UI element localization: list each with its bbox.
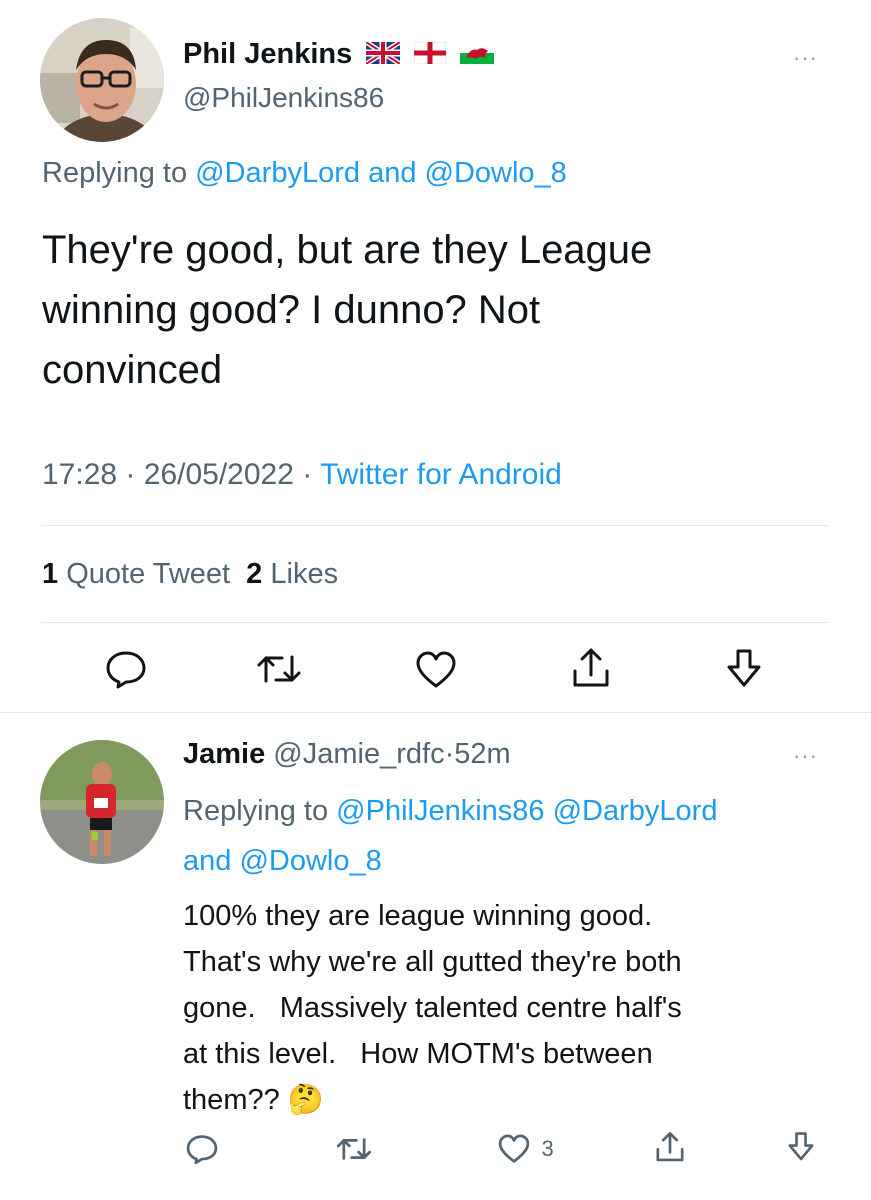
replying-to: Replying to @DarbyLord and @Dowlo_8 <box>42 157 567 190</box>
reply-icon[interactable] <box>185 1133 219 1165</box>
mention-link[interactable]: @DarbyLord <box>195 157 360 189</box>
avatar[interactable] <box>40 18 164 142</box>
quote-count: 1 <box>42 558 59 590</box>
share-icon[interactable] <box>654 1129 686 1165</box>
retweet-icon[interactable] <box>336 1134 372 1164</box>
replying-and-label: and <box>368 157 417 189</box>
tweet-text-line: gone. Massively talented centre half's <box>183 992 682 1024</box>
more-options-icon[interactable]: ··· <box>793 45 818 71</box>
mention-link[interactable]: @DarbyLord <box>553 795 718 827</box>
divider <box>42 622 828 623</box>
tweet-time[interactable]: 17:28 <box>42 458 117 491</box>
tweet-date[interactable]: 26/05/2022 <box>144 458 294 491</box>
user-handle[interactable]: @Jamie_rdfc <box>273 738 444 770</box>
tweet-text-line: They're good, but are they League <box>42 228 653 272</box>
retweet-icon[interactable] <box>256 651 302 687</box>
tweet-timestamp: 17:28 · 26/05/2022 · Twitter for Android <box>42 458 562 492</box>
replying-to: Replying to @PhilJenkins86 @DarbyLord an… <box>183 786 843 886</box>
mention-link[interactable]: @Dowlo_8 <box>425 157 567 189</box>
likes-label: Likes <box>270 558 339 590</box>
likes-stat[interactable]: 2 Likes <box>246 558 338 590</box>
union-jack-flag-icon <box>364 39 402 72</box>
wales-flag-icon <box>460 39 495 72</box>
avatar-photo <box>40 18 164 142</box>
tweet-stats: 1 Quote Tweet 2 Likes <box>42 558 338 591</box>
tweet-text: 100% they are league winning good. That'… <box>183 893 682 1123</box>
time-ago[interactable]: 52m <box>454 738 510 770</box>
mention-link[interactable]: @Dowlo_8 <box>239 845 381 877</box>
display-name[interactable]: Phil Jenkins <box>183 38 352 70</box>
separator-dot: · <box>444 738 455 770</box>
like-icon[interactable] <box>414 650 458 690</box>
replying-to-label: Replying to <box>42 157 188 189</box>
bookmark-download-icon[interactable] <box>724 647 764 691</box>
tweet-text-line: That's why we're all gutted they're both <box>183 946 682 978</box>
like-count: 3 <box>541 1136 554 1161</box>
tweet-text-line: at this level. How MOTM's between <box>183 1038 653 1070</box>
separator-dot: · <box>125 458 136 491</box>
avatar-photo <box>40 740 164 864</box>
quote-label: Quote Tweet <box>66 558 231 590</box>
separator-dot: · <box>302 458 313 491</box>
replying-and-label: and <box>183 845 232 877</box>
user-handle[interactable]: @PhilJenkins86 <box>183 82 384 114</box>
like-count: 2 <box>246 558 263 590</box>
tweet-source-link[interactable]: Twitter for Android <box>320 458 562 491</box>
display-name[interactable]: Jamie <box>183 738 265 770</box>
divider <box>0 712 871 713</box>
england-flag-icon <box>413 39 447 72</box>
reply-icon[interactable] <box>104 649 148 689</box>
like-button[interactable]: 3 <box>497 1133 554 1165</box>
reply-header: Jamie @Jamie_rdfc·52m <box>183 738 511 771</box>
tweet-text-line: convinced <box>42 348 223 392</box>
more-options-icon[interactable]: ··· <box>793 743 818 769</box>
tweet-text-line: winning good? I dunno? Not <box>42 288 541 332</box>
thinking-face-emoji: 🤔 <box>287 1084 324 1116</box>
quote-tweet-stat[interactable]: 1 Quote Tweet <box>42 558 238 590</box>
tweet-text-line: them?? <box>183 1084 280 1116</box>
tweet-text: They're good, but are they League winnin… <box>42 220 652 400</box>
avatar[interactable] <box>40 740 164 864</box>
share-icon[interactable] <box>570 645 612 691</box>
like-icon <box>497 1133 531 1165</box>
mention-link[interactable]: @PhilJenkins86 <box>336 795 544 827</box>
divider <box>42 525 828 526</box>
replying-to-label: Replying to <box>183 795 329 827</box>
tweet-text-line: 100% they are league winning good. <box>183 900 653 932</box>
bookmark-download-icon[interactable] <box>786 1130 816 1164</box>
